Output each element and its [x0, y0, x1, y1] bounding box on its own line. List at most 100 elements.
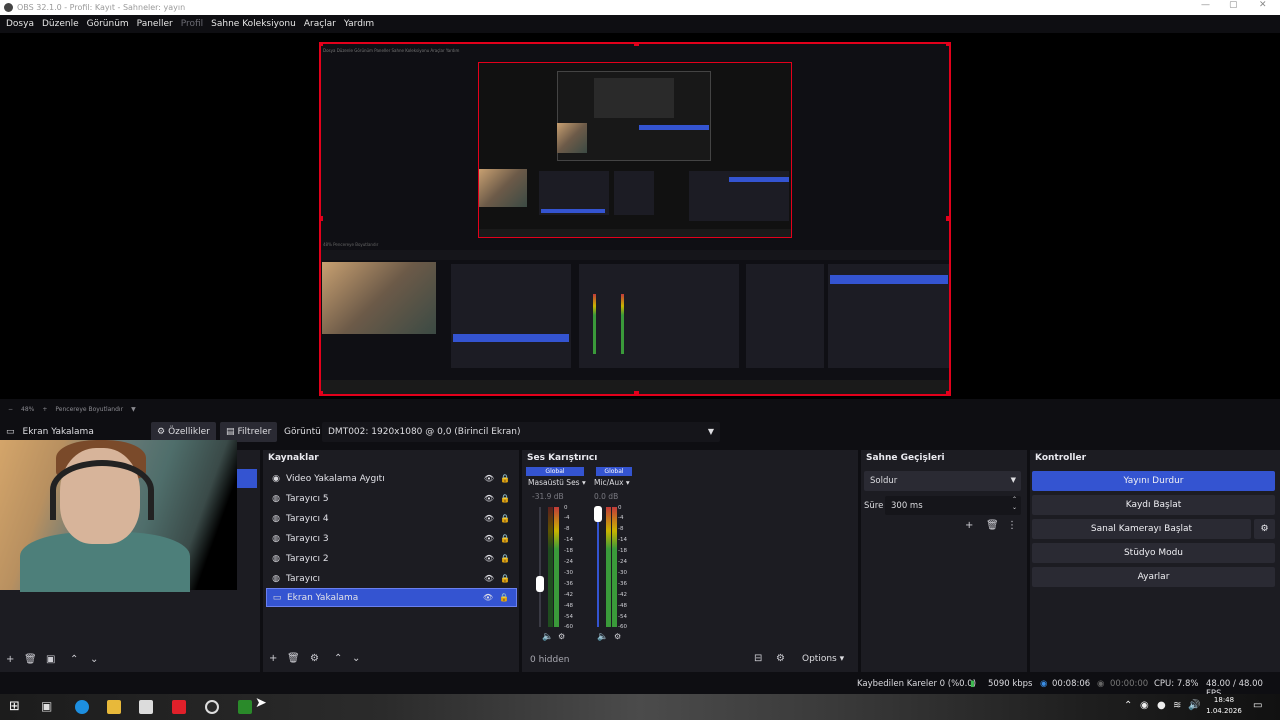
menu-profile[interactable]: Profil [181, 19, 203, 29]
task-view-icon[interactable]: ▣ [41, 699, 52, 713]
channel-2-settings-icon[interactable]: ⚙ [614, 632, 621, 641]
edge-icon[interactable] [75, 700, 89, 714]
lock-icon[interactable]: 🔒 [500, 514, 510, 523]
wifi-icon[interactable]: ≋ [1173, 700, 1181, 711]
zoom-dropdown-icon[interactable]: ▼ [131, 406, 136, 413]
channel-1-slider-handle[interactable] [536, 576, 544, 592]
zoom-fit-label[interactable]: Pencereye Boyutlandır [55, 406, 123, 413]
advanced-audio-icon[interactable]: ⚙ [776, 653, 785, 664]
trash-icon[interactable]: 🗑 [287, 653, 300, 664]
gear-icon[interactable]: ⚙ [310, 653, 319, 664]
stop-streaming-button[interactable]: Yayını Durdur [1032, 471, 1275, 491]
maximize-icon[interactable]: ▢ [1229, 0, 1238, 10]
minimize-icon[interactable]: — [1201, 0, 1210, 10]
move-down-icon[interactable]: ⌄ [352, 653, 360, 664]
menu-tools[interactable]: Araçlar [304, 19, 336, 29]
menu-scene-collection[interactable]: Sahne Koleksiyonu [211, 19, 296, 29]
lock-icon[interactable]: 🔒 [500, 554, 510, 563]
source-item-browser-2[interactable]: ◍ Tarayıcı 2 👁 🔒 [266, 549, 517, 568]
move-up-icon[interactable]: ⌃ [334, 653, 342, 664]
studio-mode-button[interactable]: Stüdyo Modu [1032, 543, 1275, 563]
title-bar: OBS 32.1.0 - Profil: Kayıt - Sahneler: y… [0, 0, 1280, 15]
transition-select[interactable]: Soldur ▼ [864, 471, 1021, 491]
settings-button[interactable]: Ayarlar [1032, 567, 1275, 587]
menu-file[interactable]: Dosya [6, 19, 34, 29]
menu-view[interactable]: Görünüm [87, 19, 129, 29]
speaker-icon[interactable]: 🔈 [542, 632, 553, 642]
lock-icon[interactable]: 🔒 [500, 574, 510, 583]
selected-scene-item[interactable] [237, 469, 257, 488]
sources-title: Kaynaklar [268, 453, 319, 463]
menu-docks[interactable]: Paneller [137, 19, 173, 29]
obs-taskbar-icon[interactable] [205, 700, 219, 714]
source-item-browser-5[interactable]: ◍ Tarayıcı 5 👁 🔒 [266, 489, 517, 508]
sources-dock: Kaynaklar ◉ Video Yakalama Aygıtı 👁 🔒 ◍ … [263, 450, 519, 672]
menu-help[interactable]: Yardım [344, 19, 374, 29]
mic-icon[interactable]: ● [1157, 700, 1166, 711]
menu-edit[interactable]: Düzenle [42, 19, 79, 29]
options-button[interactable]: Options ▾ [802, 654, 844, 664]
layout-icon[interactable]: ⊟ [754, 653, 762, 664]
transition-type: Soldur [870, 476, 898, 486]
lock-icon[interactable]: 🔒 [500, 474, 510, 483]
eye-icon[interactable]: 👁 [484, 474, 494, 483]
lock-icon[interactable]: 🔒 [500, 534, 510, 543]
source-item-browser-4[interactable]: ◍ Tarayıcı 4 👁 🔒 [266, 509, 517, 528]
source-item-video-capture[interactable]: ◉ Video Yakalama Aygıtı 👁 🔒 [266, 469, 517, 488]
mixer-title: Ses Karıştırıcı [527, 453, 598, 463]
more-menu-icon[interactable]: ⋮ [1007, 520, 1017, 531]
trash-icon[interactable]: 🗑 [986, 520, 999, 531]
clock-date[interactable]: 1.04.2026 [1203, 707, 1245, 715]
duration-input[interactable]: 300 ms ⌃ ⌄ [885, 496, 1021, 515]
eye-icon[interactable]: 👁 [484, 514, 494, 523]
source-item-screen-capture[interactable]: ▭ Ekran Yakalama 👁 🔒 [266, 588, 517, 607]
properties-button[interactable]: ⚙ Özellikler [151, 422, 216, 442]
channel-1-slider-track[interactable] [539, 507, 541, 627]
add-source-icon[interactable]: + [269, 653, 277, 664]
tray-arrow-icon[interactable]: ⌃ [1124, 700, 1132, 711]
source-item-browser-3[interactable]: ◍ Tarayıcı 3 👁 🔒 [266, 529, 517, 548]
lock-icon[interactable]: 🔒 [500, 494, 510, 503]
move-down-icon[interactable]: ⌄ [90, 654, 98, 665]
start-recording-button[interactable]: Kaydı Başlat [1032, 495, 1275, 515]
eye-icon[interactable]: 👁 [484, 574, 494, 583]
stepper-up-icon[interactable]: ⌃ [1012, 496, 1017, 503]
lock-icon[interactable]: 🔒 [499, 593, 509, 602]
channel-1-name[interactable]: Masaüstü Ses ▾ [528, 478, 586, 487]
zoom-in-button[interactable]: + [42, 406, 47, 413]
add-transition-icon[interactable]: + [965, 520, 973, 531]
nested-sources [451, 264, 571, 368]
trash-icon[interactable]: 🗑 [24, 654, 37, 665]
speaker-icon[interactable]: 🔈 [597, 632, 608, 642]
eye-icon[interactable]: 👁 [483, 593, 493, 602]
file-explorer-icon[interactable] [107, 700, 121, 714]
virtual-camera-gear-icon[interactable]: ⚙ [1254, 519, 1275, 539]
tray-app-icon[interactable]: ◉ [1140, 700, 1149, 711]
stepper-down-icon[interactable]: ⌄ [1012, 504, 1017, 511]
filters-button[interactable]: ▤ Filtreler [220, 422, 278, 442]
move-up-icon[interactable]: ⌃ [70, 654, 78, 665]
close-icon[interactable]: ✕ [1259, 0, 1267, 10]
channel-2-slider-handle[interactable] [594, 506, 602, 522]
source-item-browser[interactable]: ◍ Tarayıcı 👁 🔒 [266, 569, 517, 588]
clock-time[interactable]: 18:48 [1207, 696, 1241, 704]
eye-icon[interactable]: 👁 [484, 494, 494, 503]
add-scene-icon[interactable]: + [6, 654, 14, 665]
app-icon[interactable] [238, 700, 252, 714]
scene-filter-icon[interactable]: ▣ [46, 654, 55, 665]
windows-start-icon[interactable]: ⊞ [9, 699, 20, 714]
eye-icon[interactable]: 👁 [484, 534, 494, 543]
zoom-out-button[interactable]: − [8, 406, 13, 413]
notification-icon[interactable]: ▭ [1253, 700, 1262, 711]
channel-2-name[interactable]: Mic/Aux ▾ [594, 478, 630, 487]
eye-icon[interactable]: 👁 [484, 554, 494, 563]
calendar-icon[interactable] [139, 700, 153, 714]
volume-icon[interactable]: 🔊 [1188, 700, 1200, 711]
start-virtual-camera-button[interactable]: Sanal Kamerayı Başlat [1032, 519, 1251, 539]
channel-1-settings-icon[interactable]: ⚙ [558, 632, 565, 641]
youtube-icon[interactable] [172, 700, 186, 714]
preview-canvas[interactable]: Dosya Düzenle Görünüm Paneller Sahne Kol… [319, 42, 951, 396]
channel-2-slider-track[interactable] [597, 507, 599, 627]
display-select[interactable]: DMT002: 1920x1080 @ 0,0 (Birincil Ekran)… [322, 422, 720, 442]
filters-label: Filtreler [237, 427, 272, 437]
